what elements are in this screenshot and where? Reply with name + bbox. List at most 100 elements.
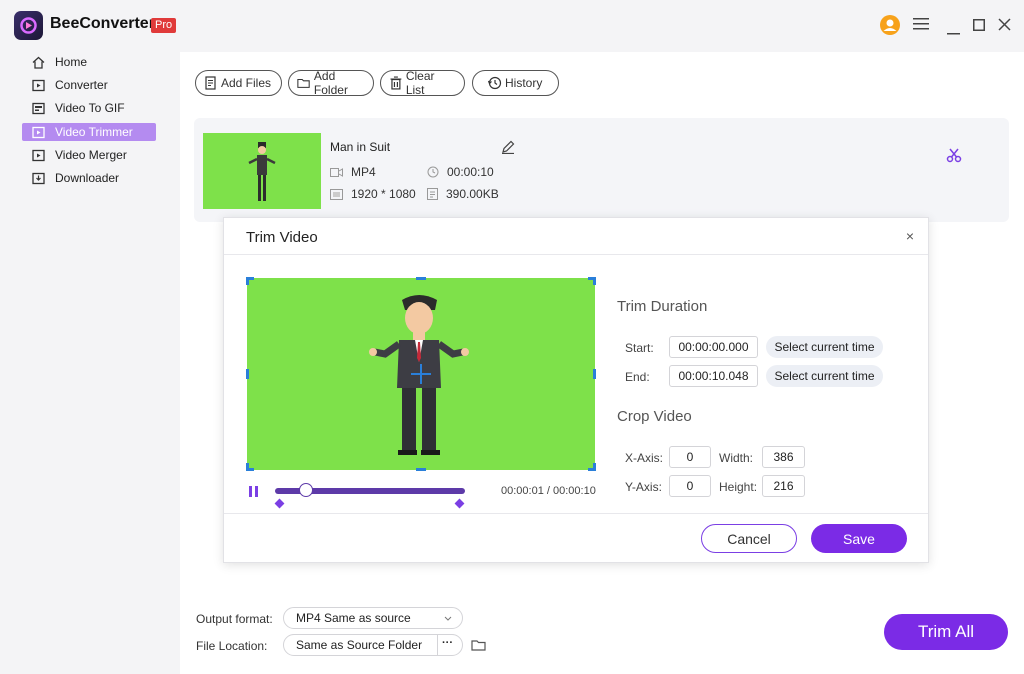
sidebar-item-downloader[interactable]: Downloader: [22, 169, 156, 187]
trim-end-marker[interactable]: [454, 498, 465, 509]
trim-video-dialog: Trim Video × 00:00:01 / 00:00:10 Trim Du…: [223, 217, 929, 563]
history-icon: [487, 76, 502, 90]
scissors-icon[interactable]: [946, 147, 962, 166]
x-axis-input[interactable]: 0: [669, 446, 711, 468]
maximize-icon[interactable]: [973, 19, 985, 34]
sidebar-item-label: Video Trimmer: [55, 125, 133, 139]
open-folder-icon[interactable]: [471, 638, 487, 655]
minimize-icon[interactable]: [947, 24, 960, 38]
menu-icon[interactable]: [913, 17, 929, 34]
sidebar-item-video-merger[interactable]: Video Merger: [22, 146, 156, 164]
add-folder-button[interactable]: Add Folder: [288, 69, 374, 97]
sidebar-item-label: Downloader: [55, 171, 120, 185]
resolution-icon: [330, 188, 343, 200]
download-icon: [32, 172, 45, 185]
trim-duration-title: Trim Duration: [617, 298, 708, 315]
crop-handle[interactable]: [593, 463, 596, 471]
close-window-icon[interactable]: [998, 18, 1011, 34]
sidebar-item-label: Video To GIF: [55, 101, 125, 115]
cancel-button[interactable]: Cancel: [701, 524, 797, 553]
sidebar-item-video-to-gif[interactable]: Video To GIF: [22, 99, 156, 117]
x-axis-label: X-Axis:: [625, 451, 664, 465]
output-format-value: MP4 Same as source: [296, 611, 411, 625]
app-logo: [14, 11, 43, 40]
title-bar: BeeConverter Pro: [0, 0, 1024, 52]
output-format-label: Output format:: [196, 612, 273, 626]
gif-icon: [32, 102, 45, 115]
select-current-start-button[interactable]: Select current time: [766, 336, 883, 358]
file-size-icon: [427, 188, 438, 200]
file-list-item: Man in Suit MP4 00:00:10 1920 * 1080 390…: [194, 118, 1009, 222]
trimmer-icon: [32, 126, 45, 139]
character-figure: [369, 295, 469, 455]
trash-icon: [390, 76, 402, 90]
sidebar-item-label: Home: [55, 55, 88, 69]
trim-all-button[interactable]: Trim All: [884, 614, 1008, 650]
file-duration: 00:00:10: [427, 165, 494, 179]
file-resolution-value: 1920 * 1080: [351, 187, 416, 201]
save-button[interactable]: Save: [811, 524, 907, 553]
home-icon: [32, 56, 45, 69]
chevron-down-icon: [444, 616, 452, 621]
y-axis-input[interactable]: 0: [669, 475, 711, 497]
sidebar-item-label: Video Merger: [55, 148, 127, 162]
select-current-end-button[interactable]: Select current time: [766, 365, 883, 387]
end-label: End:: [625, 370, 650, 384]
crop-handle[interactable]: [416, 277, 426, 280]
output-format-select[interactable]: MP4 Same as source: [283, 607, 463, 629]
dialog-close-icon[interactable]: ×: [906, 228, 914, 244]
pro-badge: Pro: [151, 18, 177, 33]
width-label: Width:: [719, 451, 754, 465]
file-size: 390.00KB: [427, 187, 499, 201]
file-resolution: 1920 * 1080: [330, 187, 416, 201]
file-format: MP4: [330, 165, 376, 179]
rename-pencil-icon[interactable]: [501, 140, 515, 157]
history-button[interactable]: History: [472, 70, 559, 96]
merger-icon: [32, 149, 45, 162]
sidebar-item-label: Converter: [55, 78, 108, 92]
add-files-label: Add Files: [221, 76, 272, 90]
crop-handle[interactable]: [246, 369, 249, 379]
sidebar-item-home[interactable]: Home: [22, 53, 156, 71]
height-label: Height:: [719, 480, 758, 494]
sidebar-item-video-trimmer[interactable]: Video Trimmer: [22, 123, 156, 141]
width-input[interactable]: 386: [762, 446, 805, 468]
file-name: Man in Suit: [330, 140, 391, 154]
file-format-value: MP4: [351, 165, 376, 179]
crop-handle[interactable]: [416, 468, 426, 471]
pause-icon[interactable]: [248, 486, 259, 500]
file-location-value: Same as Source Folder: [296, 638, 423, 652]
y-axis-label: Y-Axis:: [625, 480, 662, 494]
trim-start-marker[interactable]: [274, 498, 285, 509]
video-format-icon: [330, 167, 343, 177]
dialog-footer-divider: [224, 513, 928, 514]
dialog-title: Trim Video: [246, 229, 318, 246]
playback-timecode: 00:00:01 / 00:00:10: [501, 485, 596, 497]
file-location-field[interactable]: Same as Source Folder ···: [283, 634, 463, 656]
dialog-divider: [224, 254, 928, 255]
crop-handle[interactable]: [593, 369, 596, 379]
end-time-input[interactable]: 00:00:10.048: [669, 365, 758, 387]
file-location-label: File Location:: [196, 639, 268, 653]
file-duration-value: 00:00:10: [447, 165, 494, 179]
crop-handle[interactable]: [246, 277, 249, 285]
more-options-button[interactable]: ···: [442, 637, 453, 649]
playhead-knob[interactable]: [299, 483, 313, 497]
file-size-value: 390.00KB: [446, 187, 499, 201]
field-divider: [437, 635, 438, 655]
video-thumbnail: [203, 133, 321, 209]
sidebar-item-converter[interactable]: Converter: [22, 76, 156, 94]
clear-list-button[interactable]: Clear List: [380, 69, 465, 97]
crop-handle[interactable]: [246, 463, 249, 471]
add-file-icon: [205, 76, 216, 90]
start-time-input[interactable]: 00:00:00.000: [669, 336, 758, 358]
converter-icon: [32, 79, 45, 92]
folder-add-icon: [297, 78, 310, 88]
height-input[interactable]: 216: [762, 475, 805, 497]
history-label: History: [505, 76, 543, 90]
add-folder-label: Add Folder: [313, 69, 348, 97]
crop-handle[interactable]: [593, 277, 596, 285]
clear-list-label: Clear List: [405, 69, 435, 97]
add-files-button[interactable]: Add Files: [195, 70, 282, 96]
user-avatar-icon[interactable]: [879, 14, 901, 39]
